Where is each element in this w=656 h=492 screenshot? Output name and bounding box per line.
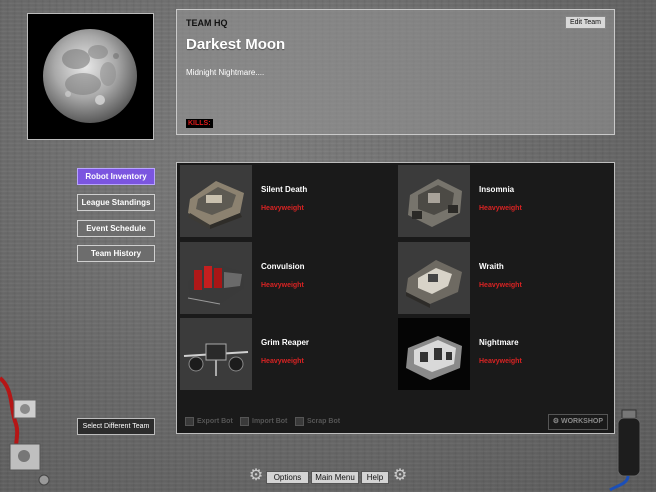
decorative-pipes (0, 376, 50, 486)
robot-name: Nightmare (479, 338, 519, 347)
team-hq-panel: TEAM HQ Darkest Moon Midnight Nightmare.… (176, 9, 615, 135)
robot-icon (408, 179, 462, 227)
nav-league-standings[interactable]: League Standings (77, 194, 155, 211)
robot-name: Silent Death (261, 185, 308, 194)
export-bot-button[interactable]: Export Bot (185, 416, 233, 428)
export-bot-label: Export Bot (197, 418, 233, 425)
robot-card-silent-death[interactable]: Silent Death Heavyweight (177, 163, 393, 237)
robot-weight-class: Heavyweight (479, 205, 522, 212)
robot-weight-class: Heavyweight (261, 282, 304, 289)
select-different-team-button[interactable]: Select Different Team (77, 418, 155, 435)
nav-team-history[interactable]: Team History (77, 245, 155, 262)
robot-thumbnail (180, 165, 252, 237)
robot-thumbnail (180, 242, 252, 314)
workshop-label: WORKSHOP (561, 418, 603, 425)
scrap-bot-button[interactable]: Scrap Bot (295, 416, 340, 428)
moon-icon (43, 29, 137, 123)
robot-icon (406, 260, 462, 308)
robot-weight-class: Heavyweight (261, 358, 304, 365)
help-button[interactable]: Help (361, 471, 389, 484)
robot-icon (187, 262, 244, 305)
robot-name: Grim Reaper (261, 338, 310, 347)
robot-thumbnail (180, 318, 252, 390)
nav-robot-inventory[interactable]: Robot Inventory (77, 168, 155, 185)
robot-card-convulsion[interactable]: Convulsion Heavyweight (177, 240, 393, 314)
robot-thumbnail (398, 242, 470, 314)
robot-weight-class: Heavyweight (479, 358, 522, 365)
robot-thumbnail (398, 165, 470, 237)
nav-event-schedule[interactable]: Event Schedule (77, 220, 155, 237)
robot-card-nightmare[interactable]: Nightmare Heavyweight (395, 316, 611, 390)
robot-card-insomnia[interactable]: Insomnia Heavyweight (395, 163, 611, 237)
workshop-button[interactable]: ⚙ WORKSHOP (547, 414, 608, 430)
options-button[interactable]: Options (266, 471, 309, 484)
import-bot-label: Import Bot (252, 418, 288, 425)
kills-label: KILLS: (186, 119, 213, 128)
gear-icon: ⚙ (248, 467, 264, 484)
gear-icon: ⚙ (392, 467, 408, 484)
scrap-icon (295, 416, 304, 426)
robot-name: Insomnia (479, 185, 515, 194)
scrap-bot-label: Scrap Bot (307, 418, 341, 425)
export-icon (185, 416, 194, 426)
decorative-tank (609, 409, 641, 492)
import-icon (240, 416, 249, 426)
robot-weight-class: Heavyweight (479, 282, 522, 289)
import-bot-button[interactable]: Import Bot (240, 416, 287, 428)
team-motto: Midnight Nightmare.... (186, 68, 265, 77)
robot-card-grim-reaper[interactable]: Grim Reaper Heavyweight (177, 316, 393, 390)
robot-inventory-panel: Silent Death Heavyweight Insomnia Heavyw… (176, 162, 615, 434)
robot-card-wraith[interactable]: Wraith Heavyweight (395, 240, 611, 314)
robot-icon (406, 336, 462, 380)
robot-thumbnail (398, 318, 470, 390)
robot-name: Wraith (479, 262, 504, 271)
main-menu-button[interactable]: Main Menu (311, 471, 359, 484)
robot-name: Convulsion (261, 262, 305, 271)
robot-icon (188, 181, 244, 229)
team-hq-label: TEAM HQ (186, 18, 228, 28)
edit-team-button[interactable]: Edit Team (565, 16, 606, 29)
inventory-toolbar: Export Bot Import Bot Scrap Bot ⚙ WORKSH… (177, 411, 614, 433)
team-name: Darkest Moon (186, 36, 286, 53)
team-logo (27, 13, 154, 140)
bottom-menu-bar: ⚙ Options Main Menu Help ⚙ (247, 468, 409, 486)
robot-weight-class: Heavyweight (261, 205, 304, 212)
robot-icon (183, 343, 249, 376)
wrench-icon: ⚙ (552, 418, 561, 425)
